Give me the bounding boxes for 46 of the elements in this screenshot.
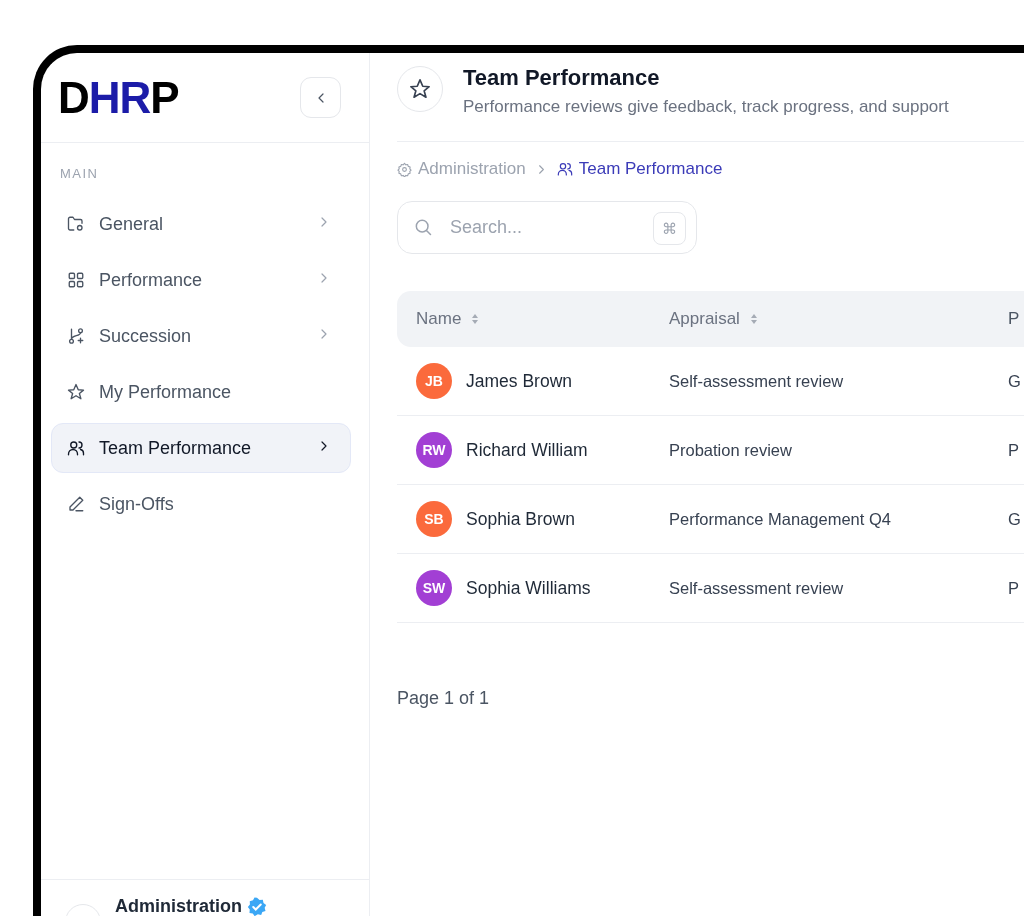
sidebar-item[interactable]: Performance — [51, 255, 351, 305]
shortcut-key: ⌘ — [653, 212, 686, 245]
search-icon — [413, 217, 433, 237]
table-cell: P — [1008, 440, 1019, 459]
avatar: SW — [416, 570, 452, 606]
table-cell: G — [1008, 371, 1021, 390]
logo: DHRP — [58, 72, 179, 123]
star-icon — [409, 78, 431, 100]
sort-icon[interactable] — [471, 313, 480, 325]
table-cell: James Brown — [466, 370, 572, 392]
column-header[interactable]: Appraisal — [669, 309, 740, 329]
sidebar-item[interactable]: Succession — [51, 311, 351, 361]
pagination-label: Page 1 of 1 — [397, 688, 491, 709]
avatar: JB — [416, 363, 452, 399]
sidebar-item[interactable]: Sign-Offs — [51, 479, 351, 529]
avatar: SB — [416, 501, 452, 537]
sidebar-item[interactable]: General — [51, 199, 351, 249]
gear-icon — [397, 161, 412, 177]
table-cell: Probation review — [669, 440, 792, 459]
folder-icon — [67, 215, 85, 233]
star-icon — [67, 383, 85, 401]
user-name: Administration — [115, 896, 242, 916]
page-subtitle: Performance reviews give feedback, track progress, and support — [463, 97, 949, 117]
users-icon — [556, 161, 573, 177]
column-header[interactable]: Name — [416, 309, 462, 329]
sort-icon[interactable] — [749, 313, 758, 325]
table-cell: Sophia Williams — [466, 577, 591, 599]
table-cell: Sophia Brown — [466, 508, 575, 530]
pencil-icon — [67, 495, 85, 513]
grid-icon — [67, 271, 85, 289]
users-icon — [67, 439, 85, 457]
sidebar-item[interactable]: My Performance — [51, 367, 351, 417]
sidebar-item[interactable]: Team Performance — [51, 423, 351, 473]
column-header[interactable]: P — [1008, 309, 1020, 329]
section-label: MAIN — [60, 166, 100, 181]
breadcrumb-link[interactable]: Team Performance — [556, 159, 723, 179]
table-cell: G — [1008, 509, 1021, 528]
table-cell: Richard William — [466, 439, 588, 461]
table-cell: Self-assessment review — [669, 371, 844, 390]
branch-icon — [67, 327, 85, 345]
page-title: Team Performance — [463, 65, 661, 91]
table-cell: Performance Management Q4 — [669, 509, 891, 528]
table-cell: P — [1008, 578, 1019, 597]
table-cell: Self-assessment review — [669, 578, 844, 597]
avatar: RW — [416, 432, 452, 468]
collapse-button[interactable] — [300, 77, 341, 118]
